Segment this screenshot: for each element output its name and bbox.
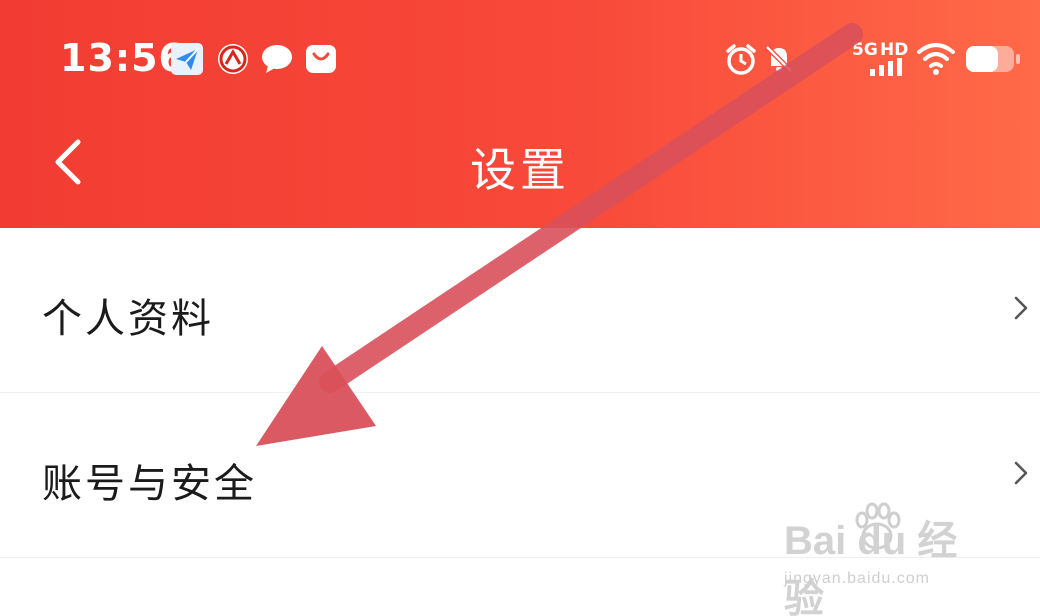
settings-screen: 13:56 5G HD 设置 个人资料 账号与安全 Bai du 经验 jing… (0, 0, 1040, 616)
nav-bar: 设置 (0, 120, 1040, 228)
battery-icon (964, 44, 1022, 74)
header: 13:56 5G HD 设置 (0, 0, 1040, 228)
watermark: Bai du 经验 jingyan.baidu.com (784, 500, 984, 616)
chat-bubble-icon (260, 42, 294, 76)
watermark-text: Bai du 经验 (784, 519, 958, 616)
paper-plane-icon (170, 42, 204, 76)
status-bar: 13:56 5G HD (0, 0, 1040, 120)
alarm-icon (724, 42, 758, 76)
chevron-right-icon (1012, 290, 1032, 326)
settings-item-profile[interactable]: 个人资料 (0, 228, 1040, 393)
settings-item-label: 账号与安全 (42, 461, 257, 507)
bell-off-icon (762, 42, 796, 76)
wifi-icon (916, 40, 956, 76)
status-time: 13:56 (60, 36, 186, 80)
shopping-bag-icon (304, 42, 338, 76)
bank-icon (216, 42, 250, 76)
settings-item-label: 个人资料 (42, 296, 214, 342)
network-type: 5G (852, 40, 878, 60)
signal-icon (868, 58, 906, 76)
hd-label: HD (880, 40, 909, 60)
page-title: 设置 (470, 143, 570, 197)
chevron-right-icon (1012, 455, 1032, 491)
watermark-url: jingyan.baidu.com (784, 570, 930, 587)
